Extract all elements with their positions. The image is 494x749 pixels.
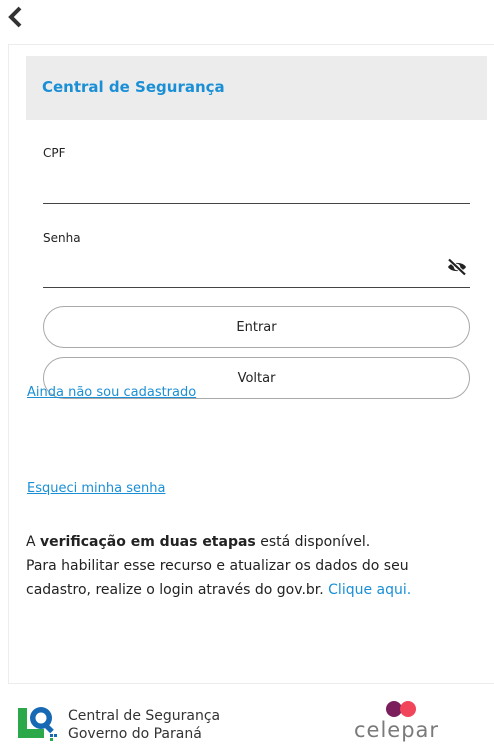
footer-brand-line2: Governo do Paraná (68, 726, 202, 742)
clique-aqui-link[interactable]: Clique aqui. (328, 582, 411, 598)
link-esqueci-senha[interactable]: Esqueci minha senha (27, 481, 165, 496)
cpf-input[interactable] (43, 177, 443, 201)
info-line-2: Para habilitar esse recurso e atualizar … (26, 558, 409, 574)
card-title: Central de Segurança (42, 78, 225, 96)
toggle-password-visibility[interactable] (446, 258, 468, 276)
cpf-label: CPF (43, 146, 66, 160)
two-step-info: A verificação em duas etapas está dispon… (26, 530, 491, 602)
info-line-3: cadastro, realize o login através do gov… (26, 578, 491, 602)
celepar-logo-text: celepar (354, 718, 440, 742)
back-button[interactable] (6, 4, 28, 30)
footer-brand: Central de Segurança Governo do Paraná (68, 707, 220, 743)
link-ainda-nao-cadastrado[interactable]: Ainda não sou cadastrado (27, 385, 196, 400)
senha-input[interactable] (43, 261, 443, 285)
central-seguranca-logo (16, 702, 58, 742)
card-header: Central de Segurança (26, 56, 487, 120)
celepar-logo-mark (382, 700, 422, 718)
entrar-button[interactable]: Entrar (43, 306, 470, 348)
info-line3-text: cadastro, realize o login através do gov… (26, 582, 329, 598)
footer-brand-line1: Central de Segurança (68, 708, 221, 724)
info-line-1: A verificação em duas etapas está dispon… (26, 530, 491, 554)
chevron-left-icon (6, 4, 28, 30)
info-line1-rest: está disponível. (255, 534, 371, 550)
cpf-underline (43, 203, 470, 204)
eye-off-icon (446, 258, 468, 280)
info-prefix: A (26, 534, 41, 550)
senha-underline (43, 287, 470, 288)
info-highlight: verificação em duas etapas (40, 534, 256, 550)
senha-label: Senha (43, 231, 81, 245)
